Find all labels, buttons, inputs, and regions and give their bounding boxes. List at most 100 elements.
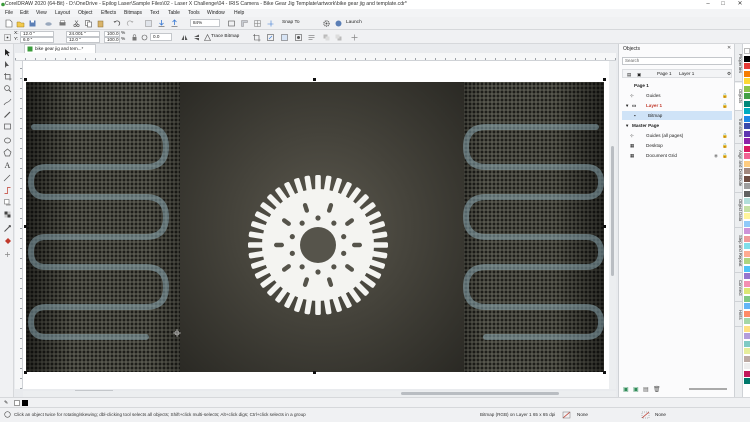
drop-shadow-icon[interactable] (3, 198, 12, 207)
color-swatch[interactable] (744, 55, 750, 62)
selection-handle[interactable] (24, 225, 27, 228)
new-master-layer-icon[interactable]: ▣ (633, 386, 639, 393)
color-swatch[interactable] (744, 355, 750, 362)
horizontal-ruler[interactable] (15, 53, 616, 61)
paste-icon[interactable] (96, 19, 105, 28)
eyedropper-icon[interactable]: ✎ (4, 400, 8, 406)
lock-icon[interactable]: 🔒 (722, 151, 728, 160)
color-swatch[interactable] (744, 213, 750, 219)
color-swatch[interactable] (744, 363, 750, 369)
new-layer-icon[interactable]: ▣ (623, 386, 629, 393)
color-swatch[interactable] (744, 123, 750, 129)
launch-icon[interactable] (334, 19, 343, 28)
tree-row-guides[interactable]: ⊹ Guides 🔒 (622, 91, 732, 100)
redo-icon[interactable] (126, 19, 135, 28)
launch-dropdown[interactable]: Launch (346, 20, 362, 25)
cut-icon[interactable] (72, 19, 81, 28)
menu-object[interactable]: Object (78, 10, 92, 16)
search-content-icon[interactable] (144, 19, 153, 28)
menu-window[interactable]: Window (207, 10, 225, 16)
crop-tool-icon[interactable] (3, 72, 12, 81)
color-swatch[interactable] (744, 78, 750, 84)
color-swatch[interactable] (744, 303, 750, 309)
color-swatch[interactable] (744, 138, 750, 144)
horizontal-scroll-thumb[interactable] (401, 392, 559, 395)
page-layer-selector[interactable]: ▤ ▣ Page 1 Layer 1 ⚙ (622, 69, 732, 78)
color-swatch[interactable] (744, 93, 750, 99)
menu-view[interactable]: View (36, 10, 47, 16)
ellipse-tool-icon[interactable] (3, 136, 12, 145)
color-swatch[interactable] (744, 243, 750, 249)
zoom-tool-icon[interactable] (3, 84, 12, 93)
show-guides-icon[interactable] (266, 19, 275, 28)
lock-icon[interactable]: 🔒 (722, 101, 728, 110)
color-swatch[interactable] (744, 48, 750, 54)
selection-handle[interactable] (603, 371, 606, 374)
color-swatch[interactable] (744, 190, 750, 197)
to-back-icon[interactable] (334, 33, 343, 42)
color-swatch[interactable] (744, 295, 750, 302)
tree-row-desktop[interactable]: ▦ Desktop 🔒 (622, 141, 732, 150)
snap-to-dropdown[interactable]: Snap To (282, 20, 300, 25)
menu-tools[interactable]: Tools (188, 10, 200, 16)
rotation-angle-field[interactable]: 0.0 (150, 33, 172, 41)
selection-handle[interactable] (603, 78, 606, 81)
show-grid-icon[interactable] (253, 19, 262, 28)
rectangle-tool-icon[interactable] (3, 122, 12, 131)
transparency-tool-icon[interactable] (3, 210, 12, 219)
bitmap-mask-icon[interactable] (294, 33, 303, 42)
expand-chevron-icon[interactable]: ▾ (626, 101, 628, 110)
color-swatch[interactable] (744, 130, 750, 137)
close-button[interactable]: ✕ (733, 0, 747, 9)
color-swatch[interactable] (744, 318, 750, 324)
black-swatch[interactable] (22, 400, 28, 406)
color-swatch[interactable] (744, 168, 750, 174)
menu-layout[interactable]: Layout (55, 10, 70, 16)
close-docker-icon[interactable]: ✕ (727, 45, 731, 51)
save-icon[interactable] (28, 19, 37, 28)
selection-handle[interactable] (313, 371, 316, 374)
text-tool-icon[interactable]: A (3, 160, 12, 170)
to-front-icon[interactable] (322, 33, 331, 42)
menu-file[interactable]: File (5, 10, 13, 16)
color-swatch[interactable] (744, 250, 750, 257)
color-swatch[interactable] (744, 63, 750, 69)
object-origin-icon[interactable] (3, 33, 12, 42)
freehand-tool-icon[interactable] (3, 98, 12, 107)
visibility-eye-icon[interactable]: ◉ (714, 151, 718, 160)
new-document-icon[interactable] (4, 19, 13, 28)
cloud-icon[interactable] (44, 19, 53, 28)
color-swatch[interactable] (744, 265, 750, 272)
selection-handle[interactable] (24, 78, 27, 81)
edit-bitmap-icon[interactable] (280, 33, 289, 42)
resample-icon[interactable] (266, 33, 275, 42)
color-swatch[interactable] (744, 145, 750, 152)
color-swatch[interactable] (744, 235, 750, 242)
undo-icon[interactable] (112, 19, 121, 28)
artistic-media-icon[interactable] (3, 110, 12, 119)
lock-icon[interactable]: 🔒 (722, 131, 728, 140)
color-swatch[interactable] (744, 310, 750, 317)
objects-search-input[interactable]: Search (622, 57, 732, 65)
selection-handle[interactable] (24, 371, 27, 374)
tree-row-layer1[interactable]: ▾ ▭ Layer 1 🔒 (622, 101, 732, 110)
add-tool-icon[interactable] (3, 250, 12, 259)
color-swatch[interactable] (744, 198, 750, 204)
color-swatch[interactable] (744, 183, 750, 189)
lock-icon[interactable]: 🔒 (722, 91, 728, 100)
color-swatch[interactable] (744, 85, 750, 92)
no-color-swatch[interactable] (14, 400, 20, 406)
mirror-vertical-icon[interactable] (192, 33, 201, 42)
menu-effects[interactable]: Effects (101, 10, 116, 16)
maximize-button[interactable]: □ (716, 0, 730, 9)
show-rulers-icon[interactable] (240, 19, 249, 28)
tree-row-guides-all[interactable]: ⊹ Guides (all pages) 🔒 (622, 131, 732, 140)
wrap-text-icon[interactable] (307, 33, 316, 42)
bitmap-object[interactable] (26, 82, 604, 372)
color-swatch[interactable] (744, 288, 750, 294)
thumbnail-size-slider[interactable] (689, 388, 727, 390)
selection-handle[interactable] (603, 225, 606, 228)
color-swatch[interactable] (744, 70, 750, 77)
lock-ratio-icon[interactable] (130, 33, 139, 42)
move-to-layer-icon[interactable]: ▤ (643, 386, 649, 393)
